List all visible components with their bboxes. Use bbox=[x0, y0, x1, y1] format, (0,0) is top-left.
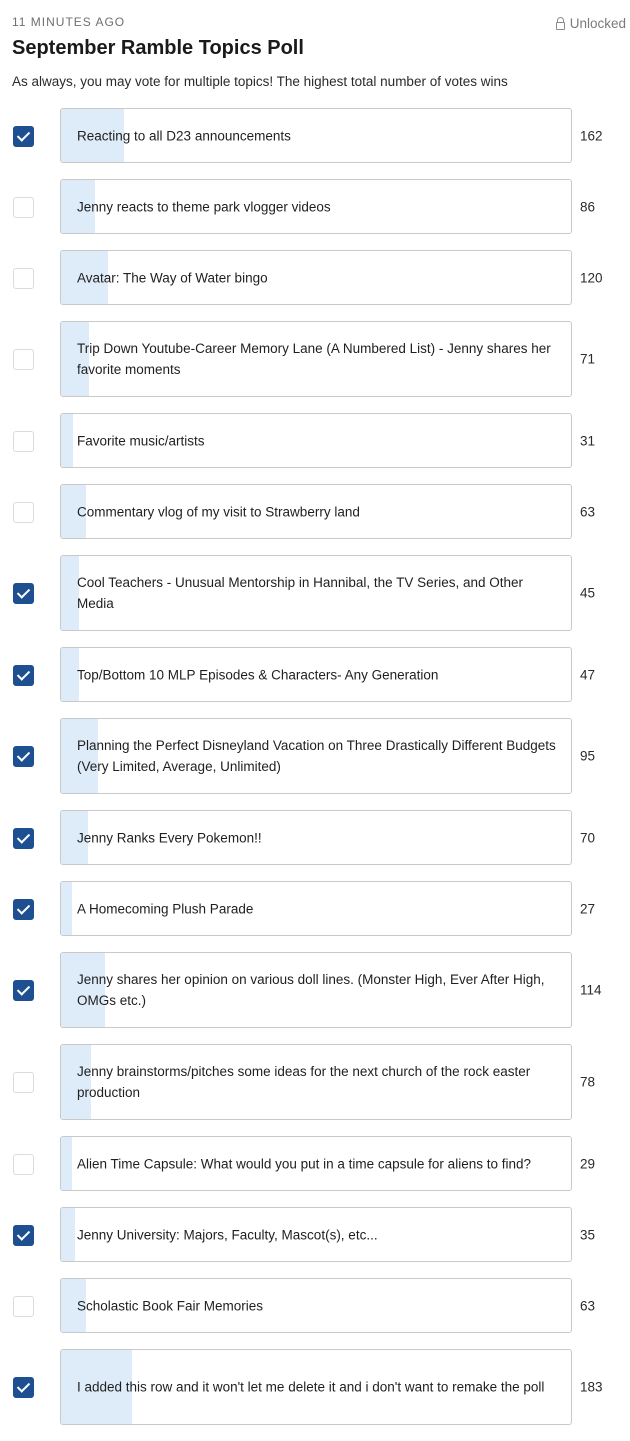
poll-option[interactable]: Jenny brainstorms/pitches some ideas for… bbox=[0, 1044, 630, 1120]
poll-option[interactable]: Top/Bottom 10 MLP Episodes & Characters-… bbox=[0, 647, 630, 702]
vote-bar-fill bbox=[61, 556, 79, 630]
option-label: Avatar: The Way of Water bingo bbox=[77, 270, 268, 285]
vote-count: 120 bbox=[580, 270, 603, 285]
option-box[interactable]: Scholastic Book Fair Memories bbox=[60, 1278, 572, 1333]
poll-option[interactable]: A Homecoming Plush Parade 27 bbox=[0, 881, 630, 936]
vote-count: 29 bbox=[580, 1156, 596, 1171]
vote-count: 47 bbox=[580, 667, 596, 682]
checkbox-checked[interactable] bbox=[13, 827, 34, 849]
option-label: Commentary vlog of my visit to Strawberr… bbox=[77, 504, 360, 519]
poll-option[interactable]: Trip Down Youtube-Career Memory Lane (A … bbox=[0, 321, 630, 397]
option-label: A Homecoming Plush Parade bbox=[77, 901, 254, 916]
vote-count: 86 bbox=[580, 199, 596, 214]
option-label: Planning the Perfect Disneyland Vacation… bbox=[77, 738, 556, 774]
option-box[interactable]: Commentary vlog of my visit to Strawberr… bbox=[60, 484, 572, 539]
option-label: Reacting to all D23 announcements bbox=[77, 128, 291, 143]
option-label: Jenny University: Majors, Faculty, Masco… bbox=[77, 1227, 378, 1242]
option-box[interactable]: A Homecoming Plush Parade bbox=[60, 881, 572, 936]
poll-option[interactable]: Jenny University: Majors, Faculty, Masco… bbox=[0, 1207, 630, 1262]
vote-count: 71 bbox=[580, 351, 596, 367]
vote-bar-fill bbox=[61, 1208, 75, 1261]
vote-count: 27 bbox=[580, 901, 596, 916]
lock-status: Unlocked bbox=[555, 16, 626, 31]
poll-option[interactable]: Avatar: The Way of Water bingo 120 bbox=[0, 250, 630, 305]
option-box[interactable]: I added this row and it won't let me del… bbox=[60, 1349, 572, 1425]
poll-option[interactable]: Jenny Ranks Every Pokemon!! 70 bbox=[0, 810, 630, 865]
checkbox-unchecked[interactable] bbox=[13, 196, 34, 218]
checkbox-unchecked[interactable] bbox=[13, 430, 34, 452]
vote-count: 63 bbox=[580, 504, 596, 519]
checkbox-checked[interactable] bbox=[13, 1224, 34, 1246]
vote-count: 31 bbox=[580, 433, 596, 448]
option-box[interactable]: Reacting to all D23 announcements bbox=[60, 108, 572, 163]
poll-option[interactable]: Jenny shares her opinion on various doll… bbox=[0, 952, 630, 1028]
poll-option[interactable]: Favorite music/artists 31 bbox=[0, 413, 630, 468]
checkbox-unchecked[interactable] bbox=[13, 501, 34, 523]
checkbox-unchecked[interactable] bbox=[13, 1295, 34, 1317]
checkbox-checked[interactable] bbox=[13, 125, 34, 147]
option-box[interactable]: Alien Time Capsule: What would you put i… bbox=[60, 1136, 572, 1191]
poll-option[interactable]: I added this row and it won't let me del… bbox=[0, 1349, 630, 1425]
option-box[interactable]: Jenny brainstorms/pitches some ideas for… bbox=[60, 1044, 572, 1120]
option-label: Trip Down Youtube-Career Memory Lane (A … bbox=[77, 341, 551, 377]
option-label: Top/Bottom 10 MLP Episodes & Characters-… bbox=[77, 667, 439, 682]
checkbox-checked[interactable] bbox=[13, 664, 34, 686]
option-box[interactable]: Jenny shares her opinion on various doll… bbox=[60, 952, 572, 1028]
option-label: Cool Teachers - Unusual Mentorship in Ha… bbox=[77, 575, 523, 611]
poll-option[interactable]: Alien Time Capsule: What would you put i… bbox=[0, 1136, 630, 1191]
poll-options: Reacting to all D23 announcements 162 Jenn… bbox=[0, 108, 630, 1441]
vote-count: 70 bbox=[580, 830, 596, 845]
option-box[interactable]: Jenny University: Majors, Faculty, Masco… bbox=[60, 1207, 572, 1262]
vote-count: 162 bbox=[580, 128, 603, 143]
vote-count: 95 bbox=[580, 748, 596, 764]
checkbox-checked[interactable] bbox=[13, 898, 34, 920]
checkbox-unchecked[interactable] bbox=[13, 349, 34, 370]
unlock-icon bbox=[555, 16, 565, 30]
poll-option[interactable]: Cool Teachers - Unusual Mentorship in Ha… bbox=[0, 555, 630, 631]
poll-option[interactable]: Reacting to all D23 announcements 162 bbox=[0, 108, 630, 163]
poll-option[interactable]: Commentary vlog of my visit to Strawberr… bbox=[0, 484, 630, 539]
vote-count: 183 bbox=[580, 1379, 603, 1395]
option-box[interactable]: Trip Down Youtube-Career Memory Lane (A … bbox=[60, 321, 572, 397]
poll-option[interactable]: Scholastic Book Fair Memories 63 bbox=[0, 1278, 630, 1333]
vote-bar-fill bbox=[61, 882, 72, 935]
option-box[interactable]: Favorite music/artists bbox=[60, 413, 572, 468]
option-label: Jenny Ranks Every Pokemon!! bbox=[77, 830, 262, 845]
option-box[interactable]: Cool Teachers - Unusual Mentorship in Ha… bbox=[60, 555, 572, 631]
checkbox-unchecked[interactable] bbox=[13, 267, 34, 289]
vote-bar-fill bbox=[61, 1137, 73, 1190]
poll-description: As always, you may vote for multiple top… bbox=[12, 74, 508, 89]
option-label: I added this row and it won't let me del… bbox=[77, 1379, 545, 1395]
checkbox-unchecked[interactable] bbox=[13, 1072, 34, 1093]
poll-card: 11 MINUTES AGO Unlocked September Ramble… bbox=[0, 0, 630, 1440]
option-box[interactable]: Planning the Perfect Disneyland Vacation… bbox=[60, 718, 572, 794]
checkbox-checked[interactable] bbox=[13, 583, 34, 604]
checkbox-checked[interactable] bbox=[13, 980, 34, 1001]
vote-count: 114 bbox=[580, 982, 602, 998]
option-label: Jenny reacts to theme park vlogger video… bbox=[77, 199, 331, 214]
lock-status-label: Unlocked bbox=[569, 16, 626, 31]
checkbox-checked[interactable] bbox=[13, 1377, 34, 1398]
option-label: Jenny brainstorms/pitches some ideas for… bbox=[77, 1064, 531, 1100]
checkbox-unchecked[interactable] bbox=[13, 1153, 34, 1175]
poll-title: September Ramble Topics Poll bbox=[12, 37, 304, 59]
poll-option[interactable]: Jenny reacts to theme park vlogger video… bbox=[0, 179, 630, 234]
option-box[interactable]: Jenny Ranks Every Pokemon!! bbox=[60, 810, 572, 865]
option-label: Jenny shares her opinion on various doll… bbox=[77, 972, 545, 1008]
poll-time-ago: 11 MINUTES AGO bbox=[12, 15, 126, 29]
poll-option[interactable]: Planning the Perfect Disneyland Vacation… bbox=[0, 718, 630, 794]
option-box[interactable]: Top/Bottom 10 MLP Episodes & Characters-… bbox=[60, 647, 572, 702]
vote-bar-fill bbox=[61, 414, 74, 467]
option-label: Alien Time Capsule: What would you put i… bbox=[77, 1156, 531, 1171]
vote-count: 35 bbox=[580, 1227, 596, 1242]
option-label: Favorite music/artists bbox=[77, 433, 205, 448]
checkbox-checked[interactable] bbox=[13, 746, 34, 767]
option-label: Scholastic Book Fair Memories bbox=[77, 1298, 264, 1313]
vote-count: 78 bbox=[580, 1074, 596, 1090]
vote-count: 63 bbox=[580, 1298, 596, 1313]
option-box[interactable]: Jenny reacts to theme park vlogger video… bbox=[60, 179, 572, 234]
option-box[interactable]: Avatar: The Way of Water bingo bbox=[60, 250, 572, 305]
vote-count: 45 bbox=[580, 585, 596, 601]
